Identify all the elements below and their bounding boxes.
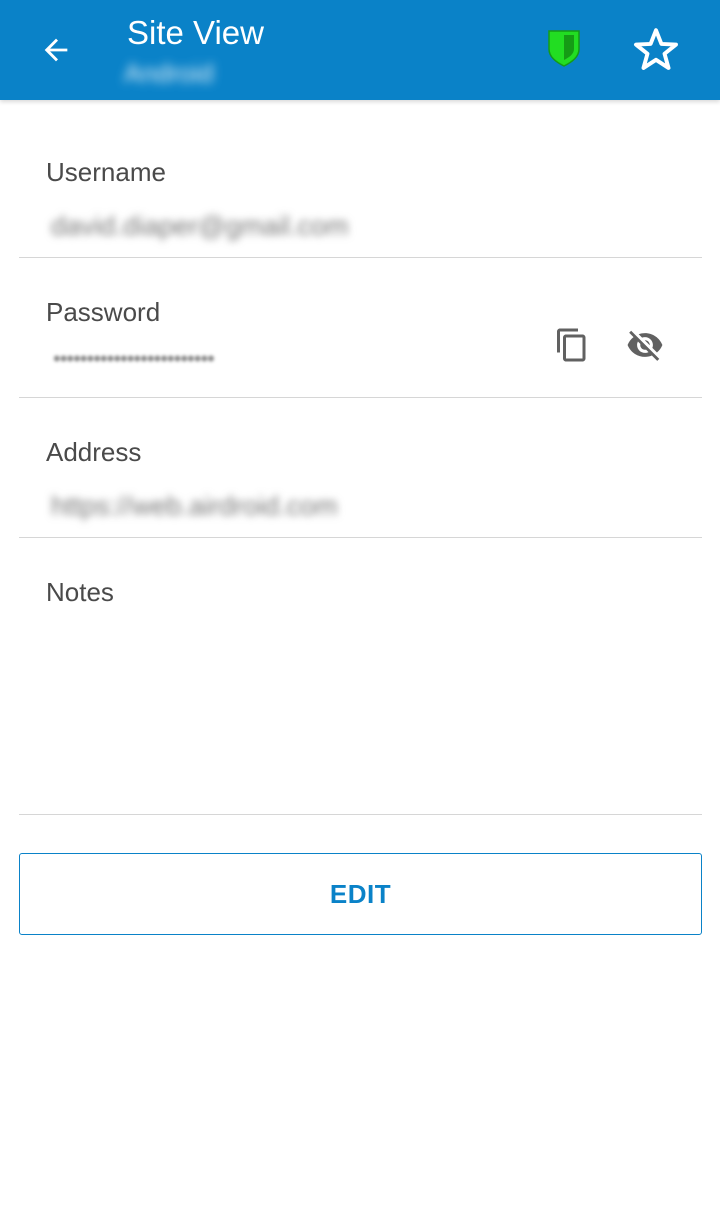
security-shield-button[interactable]: [538, 22, 590, 74]
page-title: Site View: [127, 14, 264, 51]
password-value[interactable]: ••••••••••••••••••••••••: [53, 346, 215, 372]
page-subtitle: Android: [124, 58, 214, 88]
password-label: Password: [46, 297, 161, 327]
notes-label: Notes: [46, 577, 114, 607]
favorite-button[interactable]: [626, 22, 686, 78]
notes-field: Notes: [19, 538, 702, 815]
password-field: Password ••••••••••••••••••••••••: [19, 258, 702, 398]
address-field: Address https://web.airdroid.com: [19, 398, 702, 538]
username-label: Username: [46, 157, 166, 187]
copy-icon: [557, 328, 586, 362]
shield-icon: [548, 30, 580, 67]
username-field: Username david.diaper@gmail.com: [19, 118, 702, 258]
star-outline-icon: [634, 28, 678, 70]
app-bar: Site View Android: [0, 0, 720, 100]
toggle-password-visibility-button[interactable]: [621, 321, 669, 369]
eye-off-icon: [627, 330, 663, 361]
edit-button[interactable]: EDIT: [19, 853, 702, 935]
username-value[interactable]: david.diaper@gmail.com: [51, 210, 349, 242]
address-label: Address: [46, 437, 142, 467]
copy-password-button[interactable]: [548, 321, 596, 369]
back-button[interactable]: [28, 24, 84, 76]
arrow-left-icon: [44, 38, 68, 62]
address-value[interactable]: https://web.airdroid.com: [51, 490, 338, 522]
